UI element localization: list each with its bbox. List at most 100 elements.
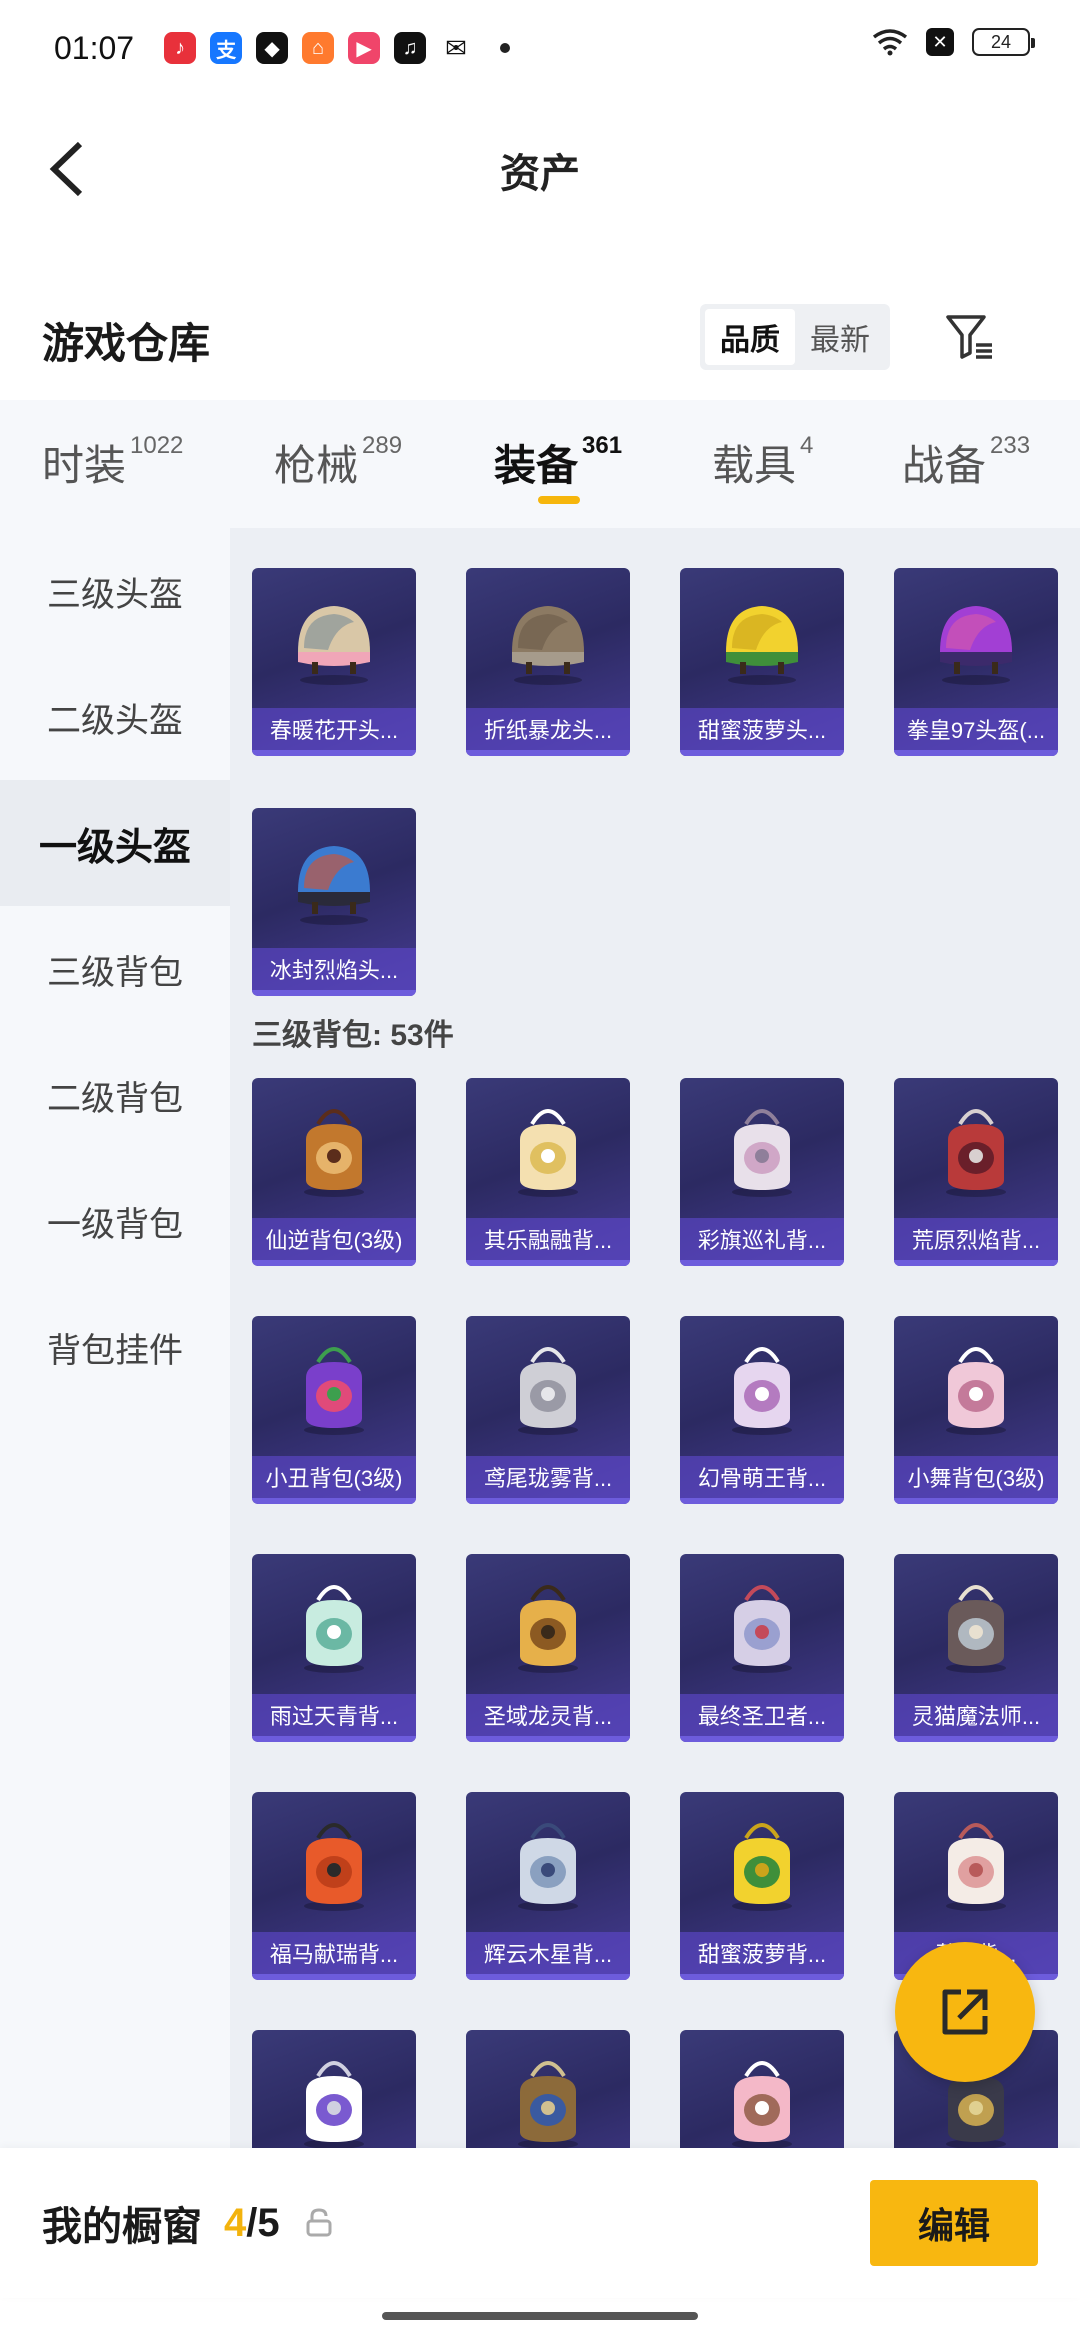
card-label: 冰封烈焰头...	[252, 948, 416, 990]
backpack-card[interactable]	[466, 2030, 630, 2148]
music-app-icon: ♪	[164, 32, 197, 64]
card-label: 仙逆背包(3级)	[252, 1218, 416, 1260]
backpack-card[interactable]: 荒原烈焰背...	[894, 1078, 1058, 1266]
sidebar-item-level2-backpack[interactable]: 二级背包	[0, 1032, 230, 1158]
battery-icon: 24	[972, 28, 1035, 56]
sidebar-item-level1-backpack[interactable]: 一级背包	[0, 1158, 230, 1284]
helmet-card[interactable]: 折纸暴龙头...	[466, 568, 630, 756]
backpack-card[interactable]: 雨过天青背...	[252, 1554, 416, 1742]
notification-icons: ♪ 支 ◆ ⌂ ▶ ♫ ✉	[164, 32, 511, 64]
sidebar-item-level1-helmet[interactable]: 一级头盔	[0, 780, 230, 906]
card-label: 甜蜜菠萝背...	[680, 1932, 844, 1974]
home-indicator[interactable]	[382, 2312, 698, 2320]
helmet-card[interactable]: 拳皇97头盔(...	[894, 568, 1058, 756]
backpack-card[interactable]	[252, 2030, 416, 2148]
backpack-card[interactable]: 幻骨萌王背...	[680, 1316, 844, 1504]
wifi-icon	[872, 29, 908, 56]
tab-count: 289	[362, 432, 403, 459]
helmet-card[interactable]: 冰封烈焰头...	[252, 808, 416, 996]
backpack-card[interactable]: 其乐融融背...	[466, 1078, 630, 1266]
tab-label: 载具	[712, 442, 797, 489]
tab-fashion[interactable]: 时装 1022	[42, 432, 183, 493]
app-header: 资产	[0, 110, 1080, 230]
sidebar-item-backpack-pendant[interactable]: 背包挂件	[0, 1284, 230, 1410]
shopping-app-icon: ⌂	[302, 32, 335, 64]
status-bar: 01:07 ♪ 支 ◆ ⌂ ▶ ♫ ✉ ✕ 24	[0, 0, 1080, 96]
status-right: ✕ 24	[872, 28, 1035, 56]
subcategory-sidebar: 三级头盔 二级头盔 一级头盔 三级背包 二级背包 一级背包 背包挂件	[0, 528, 230, 2148]
tab-equipment[interactable]: 装备 361	[494, 432, 622, 493]
card-label: 幻骨萌王背...	[680, 1456, 844, 1498]
card-label: 小丑背包(3级)	[252, 1456, 416, 1498]
backpack-card[interactable]	[680, 2030, 844, 2148]
card-label: 折纸暴龙头...	[466, 708, 630, 750]
sort-quality-button[interactable]: 品质	[705, 309, 795, 365]
card-label: 福马献瑞背...	[252, 1932, 416, 1974]
filter-icon	[946, 315, 992, 359]
tiktok-icon: ♫	[394, 32, 427, 64]
card-label: 最终圣卫者...	[680, 1694, 844, 1736]
tab-supplies[interactable]: 战备 233	[902, 432, 1030, 493]
category-tabs: 时装 1022 枪械 289 装备 361 载具 4 战备 233	[0, 400, 1080, 528]
backpack-card[interactable]: 福马献瑞背...	[252, 1792, 416, 1980]
card-label: 彩旗巡礼背...	[680, 1218, 844, 1260]
card-label: 甜蜜菠萝头...	[680, 708, 844, 750]
backpack-card[interactable]: 小舞背包(3级)	[894, 1316, 1058, 1504]
helmet-card[interactable]: 甜蜜菠萝头...	[680, 568, 844, 756]
card-label: 辉云木星背...	[466, 1932, 630, 1974]
alipay-icon: 支	[210, 32, 243, 64]
tab-label: 战备	[902, 442, 987, 489]
card-label: 灵猫魔法师...	[894, 1694, 1058, 1736]
tab-vehicles[interactable]: 载具 4	[712, 432, 813, 493]
backpack-card[interactable]: 小丑背包(3级)	[252, 1316, 416, 1504]
shield-app-icon: ◆	[256, 32, 289, 64]
page-title: 资产	[500, 152, 580, 196]
sort-newest-button[interactable]: 最新	[795, 309, 885, 365]
backpack-card[interactable]: 彩旗巡礼背...	[680, 1078, 844, 1266]
status-time: 01:07	[54, 29, 135, 66]
backpack-card[interactable]: 甜蜜菠萝背...	[680, 1792, 844, 1980]
backpack-card[interactable]: 圣域龙灵背...	[466, 1554, 630, 1742]
sidebar-item-level2-helmet[interactable]: 二级头盔	[0, 654, 230, 780]
card-label: 圣域龙灵背...	[466, 1694, 630, 1736]
backpack-card[interactable]: 鸢尾珑雾背...	[466, 1316, 630, 1504]
card-label: 雨过天青背...	[252, 1694, 416, 1736]
card-label: 春暖花开头...	[252, 708, 416, 750]
active-tab-indicator	[538, 496, 580, 504]
item-grid-area: 春暖花开头... 折纸暴龙头... 甜蜜菠萝头... 拳皇97头盔(... 冰封…	[230, 528, 1080, 2148]
sort-toggle: 品质 最新	[700, 304, 890, 370]
sidebar-item-level3-helmet[interactable]: 三级头盔	[0, 528, 230, 654]
filter-button[interactable]	[940, 304, 1000, 370]
showcase-bar: 我的橱窗 4 /5 编辑	[0, 2148, 1080, 2298]
backpack-card[interactable]: 仙逆背包(3级)	[252, 1078, 416, 1266]
external-link-icon	[942, 1989, 988, 2035]
card-label: 拳皇97头盔(...	[894, 708, 1058, 750]
tab-label: 时装	[42, 442, 127, 489]
card-label: 小舞背包(3级)	[894, 1456, 1058, 1498]
more-notifications-dot	[500, 43, 511, 53]
backpack-card[interactable]: 辉云木星背...	[466, 1792, 630, 1980]
backpack-card[interactable]: 最终圣卫者...	[680, 1554, 844, 1742]
edit-button[interactable]: 编辑	[870, 2180, 1038, 2266]
card-label: 其乐融融背...	[466, 1218, 630, 1260]
tab-count: 361	[582, 432, 623, 459]
tab-label: 枪械	[274, 442, 359, 489]
tab-weapons[interactable]: 枪械 289	[274, 432, 402, 493]
chevron-left-icon	[49, 141, 83, 197]
helmet-card[interactable]: 春暖花开头...	[252, 568, 416, 756]
section-title-level3-backpack: 三级背包: 53件	[252, 1019, 454, 1052]
showcase-label: 我的橱窗	[42, 2205, 202, 2249]
lock-icon	[306, 2208, 332, 2237]
tab-count: 4	[800, 432, 814, 459]
card-label: 荒原烈焰背...	[894, 1218, 1058, 1260]
back-button[interactable]	[36, 136, 96, 202]
backpack-card[interactable]: 灵猫魔法师...	[894, 1554, 1058, 1742]
tab-count: 1022	[130, 432, 184, 459]
sim-off-icon: ✕	[926, 28, 954, 56]
card-label: 鸢尾珑雾背...	[466, 1456, 630, 1498]
video-app-icon: ▶	[348, 32, 381, 64]
warehouse-title: 游戏仓库	[42, 319, 211, 367]
warehouse-header: 游戏仓库 品质 最新	[0, 290, 1080, 390]
sidebar-item-level3-backpack[interactable]: 三级背包	[0, 906, 230, 1032]
share-button[interactable]	[895, 1942, 1035, 2082]
